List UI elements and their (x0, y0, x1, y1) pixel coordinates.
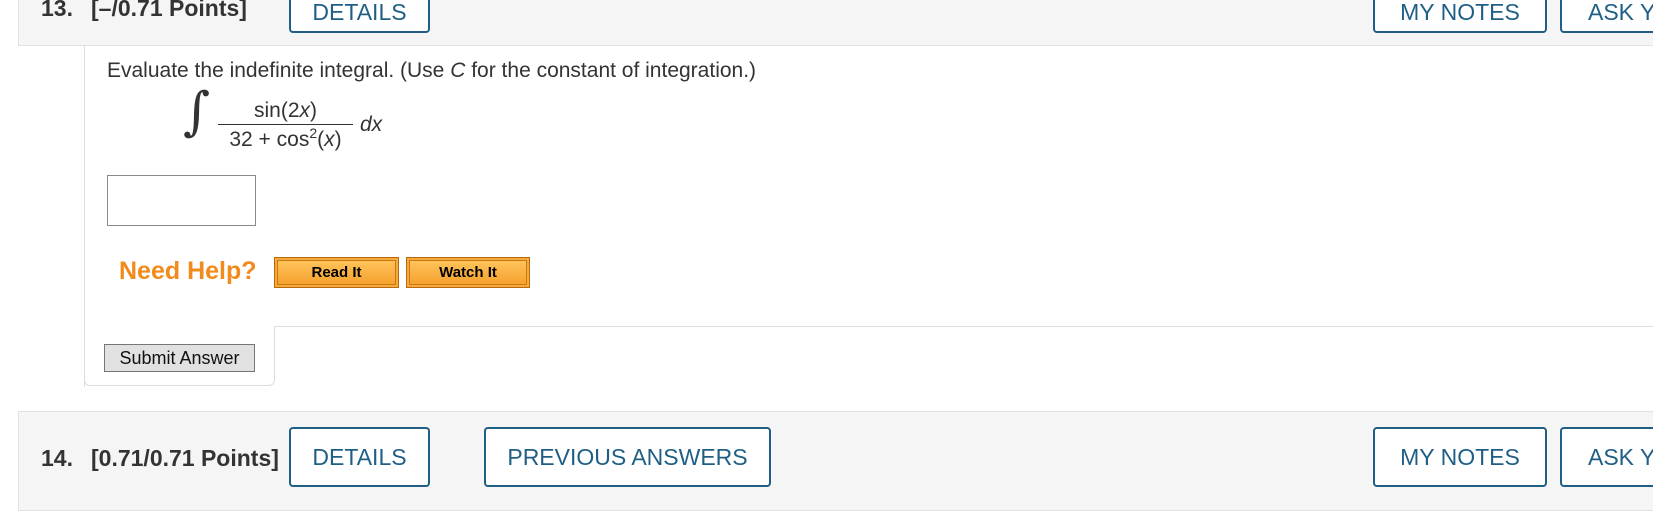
read-it-button[interactable]: Read It (274, 257, 399, 288)
watch-it-button[interactable]: Watch It (406, 257, 530, 288)
prompt-text-start: Evaluate the indefinite integral. (Use (107, 59, 451, 82)
integral-numerator: sin(2x) (218, 99, 353, 123)
details-button[interactable]: DETAILS (289, 0, 430, 33)
constant-variable: C (450, 59, 466, 82)
numerator-function: sin(2 (253, 99, 300, 122)
question-number: 14. (41, 445, 73, 471)
need-help-label: Need Help? (119, 257, 257, 285)
read-it-label: Read It (277, 260, 396, 285)
question-number: 13. (41, 0, 73, 21)
denominator-close: ) (334, 128, 342, 151)
numerator-variable: x (299, 99, 311, 122)
fraction-bar (218, 124, 353, 125)
denominator-variable: x (324, 128, 335, 151)
differential: dx (360, 113, 383, 136)
ask-your-teacher-button[interactable]: ASK Y (1560, 427, 1653, 487)
submit-answer-button[interactable]: Submit Answer (104, 344, 255, 372)
question-prompt: Evaluate the indefinite integral. (Use C… (107, 59, 756, 83)
question-14-header: 14. [0.71/0.71 Points] DETAILS PREVIOUS … (18, 411, 1653, 511)
question-13-body (84, 46, 1653, 387)
numerator-close: ) (310, 99, 318, 122)
previous-answers-button[interactable]: PREVIOUS ANSWERS (484, 427, 771, 487)
ask-your-teacher-button[interactable]: ASK Y (1560, 0, 1653, 33)
my-notes-button[interactable]: MY NOTES (1373, 427, 1547, 487)
prompt-text-end: for the constant of integration.) (465, 59, 757, 82)
body-divider (274, 326, 1653, 327)
answer-input[interactable] (107, 175, 256, 226)
question-points: [–/0.71 Points] (91, 0, 247, 21)
denominator-exponent: 2 (309, 125, 318, 141)
watch-it-label: Watch It (409, 260, 527, 285)
question-points: [0.71/0.71 Points] (91, 445, 279, 471)
denominator-lead: 32 + cos (229, 128, 310, 151)
my-notes-button[interactable]: MY NOTES (1373, 0, 1547, 33)
question-13-header: 13. [–/0.71 Points] DETAILS MY NOTES ASK… (18, 0, 1653, 46)
integral-denominator: 32 + cos2(x) (218, 125, 353, 152)
details-button[interactable]: DETAILS (289, 427, 430, 487)
integral-sign: ∫ (183, 82, 211, 142)
